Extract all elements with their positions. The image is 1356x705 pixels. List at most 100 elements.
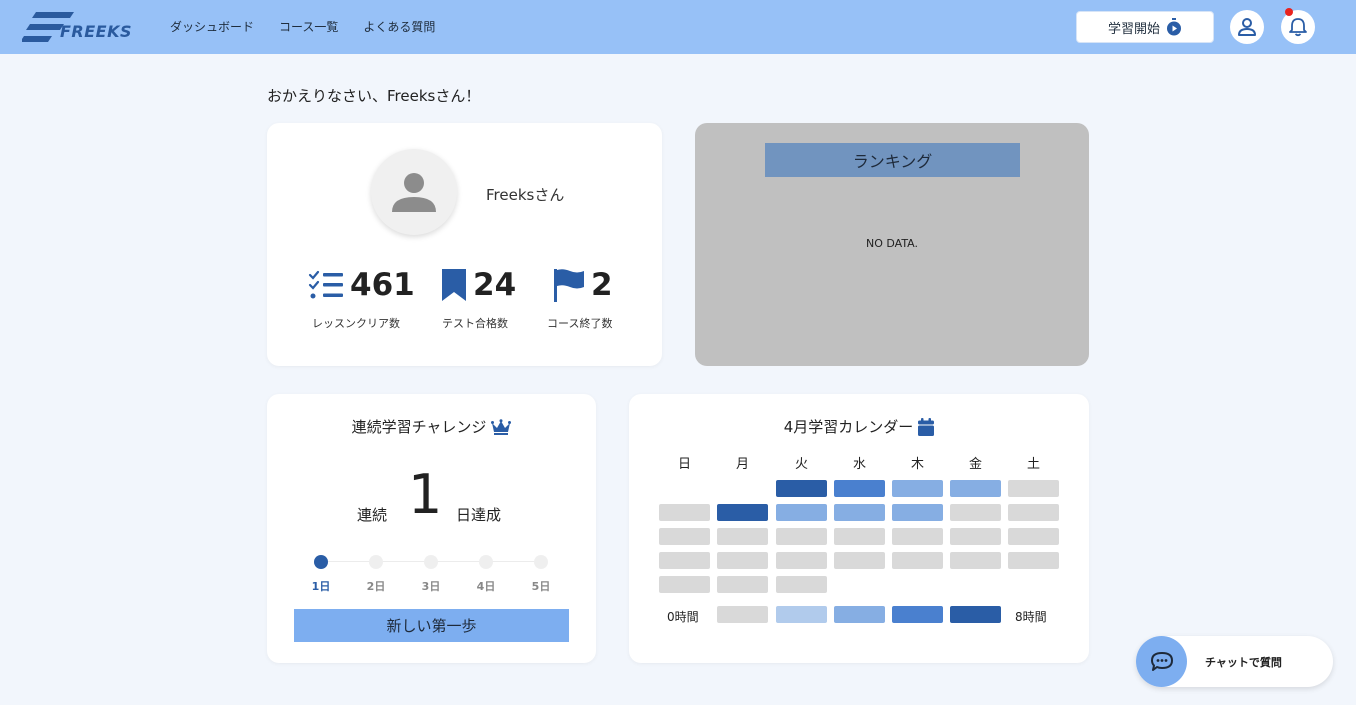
calendar-day-cell[interactable]: [950, 504, 1001, 521]
legend-max-label: 8時間: [1015, 610, 1047, 624]
calendar-day-cell[interactable]: [892, 480, 943, 497]
notification-button[interactable]: [1281, 8, 1315, 44]
streak-day-label: 3日: [421, 580, 441, 593]
nav-dashboard[interactable]: ダッシュボード: [170, 18, 254, 35]
calendar-day-cell[interactable]: [776, 576, 827, 593]
legend-swatch: [717, 606, 768, 623]
calendar-day-cell[interactable]: [1008, 528, 1059, 545]
streak-count: 1: [408, 463, 443, 526]
calendar-day-cell[interactable]: [834, 480, 885, 497]
header: FREEKS ダッシュボード コース一覧 よくある質問 学習開始: [0, 0, 1356, 54]
nav-faq[interactable]: よくある質問: [363, 18, 435, 35]
calendar-day-cell[interactable]: [834, 552, 885, 569]
tests-passed-count: 24: [473, 266, 517, 303]
ranking-title: ランキング: [765, 143, 1020, 177]
profile-card: Freeksさん 461 レッスンクリア数 24 テスト合格数 2 コース終了数: [267, 123, 662, 366]
welcome-message: おかえりなさい、Freeksさん！: [267, 87, 481, 105]
crown-icon: [491, 418, 512, 435]
learning-calendar-card: 4月学習カレンダー 日 月 火 水 木 金 土 0時間 8時間: [629, 394, 1089, 663]
calendar-weekday: 火: [794, 457, 808, 472]
stat-courses-completed: 2 コース終了数: [547, 265, 613, 330]
calendar-day-cell[interactable]: [892, 504, 943, 521]
avatar-placeholder-icon: [392, 173, 436, 212]
streak-day-label: 1日: [311, 580, 331, 593]
calendar-day-cell[interactable]: [776, 528, 827, 545]
ranking-empty-message: NO DATA.: [865, 237, 919, 250]
logo[interactable]: FREEKS: [22, 12, 134, 44]
nav-course-list[interactable]: コース一覧: [279, 18, 338, 35]
lessons-cleared-count: 461: [350, 266, 415, 303]
calendar-day-cell[interactable]: [776, 504, 827, 521]
calendar-day-cell[interactable]: [659, 504, 710, 521]
chat-icon-circle: [1136, 636, 1187, 687]
stat-lessons-cleared: 461 レッスンクリア数: [308, 265, 415, 330]
streak-suffix: 日達成: [456, 506, 502, 524]
calendar-day-cell[interactable]: [950, 552, 1001, 569]
start-learning-label: 学習開始: [1107, 21, 1160, 37]
streak-day-dot: [534, 555, 548, 569]
calendar-day-cell[interactable]: [717, 576, 768, 593]
streak-day-dot: [369, 555, 383, 569]
calendar-day-cell[interactable]: [950, 480, 1001, 497]
streak-day-label: 5日: [531, 580, 551, 593]
main-nav: ダッシュボード コース一覧 よくある質問: [170, 18, 435, 35]
streak-title-row: 連続学習チャレンジ: [267, 416, 596, 437]
calendar-weekday: 木: [910, 457, 924, 472]
calendar-day-cell[interactable]: [834, 504, 885, 521]
calendar-weekday: 月: [735, 457, 749, 472]
calendar-day-cell[interactable]: [834, 528, 885, 545]
chat-bubble-icon: [1150, 651, 1173, 671]
courses-completed-count: 2: [591, 266, 613, 303]
legend-swatch: [776, 606, 827, 623]
start-learning-button[interactable]: 学習開始: [1076, 11, 1214, 43]
calendar-day-cell[interactable]: [1008, 504, 1059, 521]
streak-challenge-card: 連続学習チャレンジ 連続 1 日達成 1日 2日 3日 4日 5日 新しい第一歩: [267, 394, 596, 663]
streak-day-dot: [479, 555, 493, 569]
user-profile-button[interactable]: [1230, 10, 1264, 44]
calendar-day-cell[interactable]: [892, 528, 943, 545]
calendar-day-cell[interactable]: [1008, 552, 1059, 569]
calendar-day-cell[interactable]: [1008, 480, 1059, 497]
checklist-icon: [308, 270, 343, 299]
streak-prefix: 連続: [357, 506, 388, 524]
calendar-title-row: 4月学習カレンダー: [629, 416, 1089, 437]
calendar-weekday: 金: [968, 457, 982, 472]
new-first-step-button[interactable]: 新しい第一歩: [294, 609, 569, 642]
streak-title: 連続学習チャレンジ: [351, 418, 487, 436]
legend-min-label: 0時間: [667, 610, 699, 624]
bookmark-icon: [442, 269, 466, 301]
stat-tests-passed: 24 テスト合格数: [441, 265, 517, 330]
lessons-cleared-label: レッスンクリア数: [312, 317, 400, 330]
calendar-weekday: 水: [852, 457, 866, 472]
calendar-day-cell[interactable]: [717, 528, 768, 545]
streak-day-dot: [314, 555, 328, 569]
calendar-day-cell[interactable]: [659, 528, 710, 545]
legend-swatch: [950, 606, 1001, 623]
calendar-day-cell[interactable]: [950, 528, 1001, 545]
logo-text: FREEKS: [60, 22, 133, 41]
calendar-day-cell[interactable]: [717, 504, 768, 521]
tests-passed-label: テスト合格数: [442, 317, 508, 330]
flag-icon: [554, 269, 584, 302]
courses-completed-label: コース終了数: [547, 317, 613, 330]
calendar-day-cell[interactable]: [659, 576, 710, 593]
calendar-day-cell[interactable]: [717, 552, 768, 569]
notification-badge: [1285, 8, 1293, 16]
bell-icon: [1289, 18, 1307, 37]
streak-day-label: 2日: [366, 580, 386, 593]
calendar-icon: [918, 417, 935, 436]
legend-swatch: [834, 606, 885, 623]
calendar-day-cell[interactable]: [776, 480, 827, 497]
user-icon: [1238, 18, 1256, 36]
calendar-day-cell[interactable]: [776, 552, 827, 569]
calendar-title: 4月学習カレンダー: [783, 418, 914, 436]
calendar-day-cell[interactable]: [892, 552, 943, 569]
calendar-weekday: 土: [1026, 457, 1040, 472]
stopwatch-icon: [1167, 18, 1181, 36]
calendar-weekday: 日: [677, 457, 691, 472]
chat-question-label: チャットで質問: [1205, 656, 1282, 669]
legend-swatch: [892, 606, 943, 623]
chat-question-button[interactable]: チャットで質問: [1136, 636, 1333, 687]
calendar-day-cell[interactable]: [659, 552, 710, 569]
ranking-card: ランキング NO DATA.: [695, 123, 1089, 366]
